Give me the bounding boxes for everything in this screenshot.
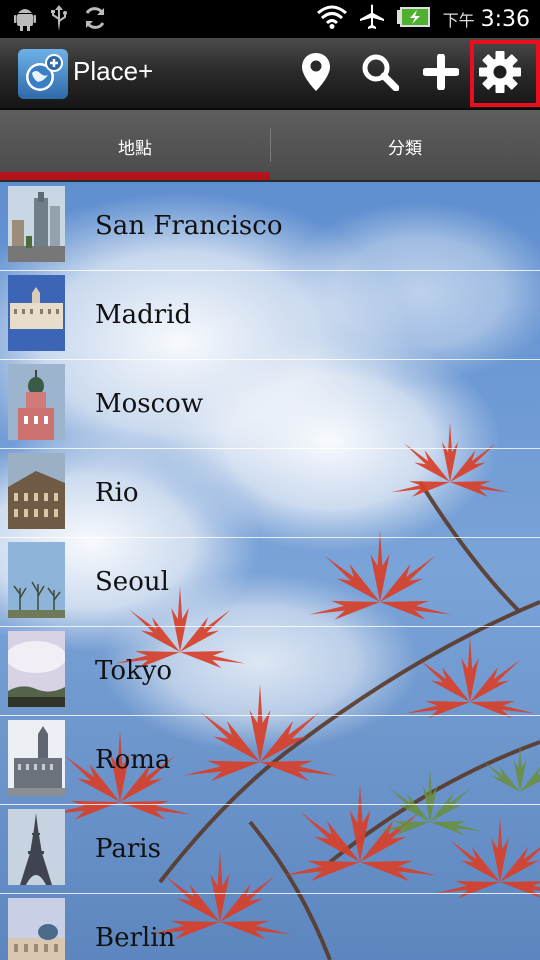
place-row-madrid[interactable]: Madrid (0, 271, 540, 360)
app-logo-icon[interactable] (18, 49, 68, 99)
place-row-moscow[interactable]: Moscow (0, 360, 540, 449)
place-name: Madrid (95, 300, 192, 330)
tab-categories[interactable]: 分類 (270, 110, 540, 182)
place-name: San Francisco (95, 211, 283, 241)
place-row-rio[interactable]: Rio (0, 449, 540, 538)
place-row-san-francisco[interactable]: San Francisco (0, 182, 540, 271)
place-thumbnail (8, 631, 65, 707)
place-name: Moscow (95, 389, 204, 419)
settings-gear-icon (478, 50, 522, 98)
battery-charging-icon (396, 7, 431, 31)
place-thumbnail (8, 720, 65, 796)
app-title: Place+ (73, 56, 154, 86)
tab-selected-indicator (0, 172, 270, 180)
tab-categories-label: 分類 (388, 138, 422, 159)
android-debug-icon (14, 5, 36, 35)
place-thumbnail (8, 275, 65, 351)
places-list-area[interactable]: San Francisco Madrid Moscow Rio Seoul To… (0, 182, 540, 960)
place-thumbnail (8, 809, 65, 885)
add-place-button[interactable] (415, 48, 467, 100)
search-icon (361, 53, 400, 95)
settings-button[interactable] (474, 48, 526, 100)
place-thumbnail (8, 453, 65, 529)
place-thumbnail (8, 898, 65, 960)
place-row-tokyo[interactable]: Tokyo (0, 627, 540, 716)
location-pin-icon (301, 52, 331, 96)
search-button[interactable] (354, 48, 406, 100)
place-name: Rio (95, 478, 139, 508)
wifi-icon (316, 5, 347, 33)
location-button[interactable] (290, 48, 342, 100)
place-name: Berlin (95, 923, 176, 953)
status-time: 3:36 (480, 6, 530, 32)
action-bar: Place+ (0, 38, 540, 110)
place-name: Seoul (95, 567, 169, 597)
status-ampm: 下午 (442, 11, 475, 30)
place-thumbnail (8, 364, 65, 440)
places-list: San Francisco Madrid Moscow Rio Seoul To… (0, 182, 540, 960)
place-thumbnail (8, 186, 65, 262)
add-icon (422, 53, 460, 94)
place-row-seoul[interactable]: Seoul (0, 538, 540, 627)
tab-places-label: 地點 (118, 138, 152, 159)
place-row-berlin[interactable]: Berlin (0, 894, 540, 960)
place-name: Roma (95, 745, 171, 775)
place-row-roma[interactable]: Roma (0, 716, 540, 805)
status-bar: 下午 3:36 (0, 0, 540, 38)
place-name: Tokyo (95, 656, 173, 686)
place-row-paris[interactable]: Paris (0, 805, 540, 894)
place-thumbnail (8, 542, 65, 618)
sync-icon (82, 5, 108, 35)
airplane-icon (359, 4, 385, 34)
place-name: Paris (95, 834, 161, 864)
usb-icon (50, 5, 68, 35)
